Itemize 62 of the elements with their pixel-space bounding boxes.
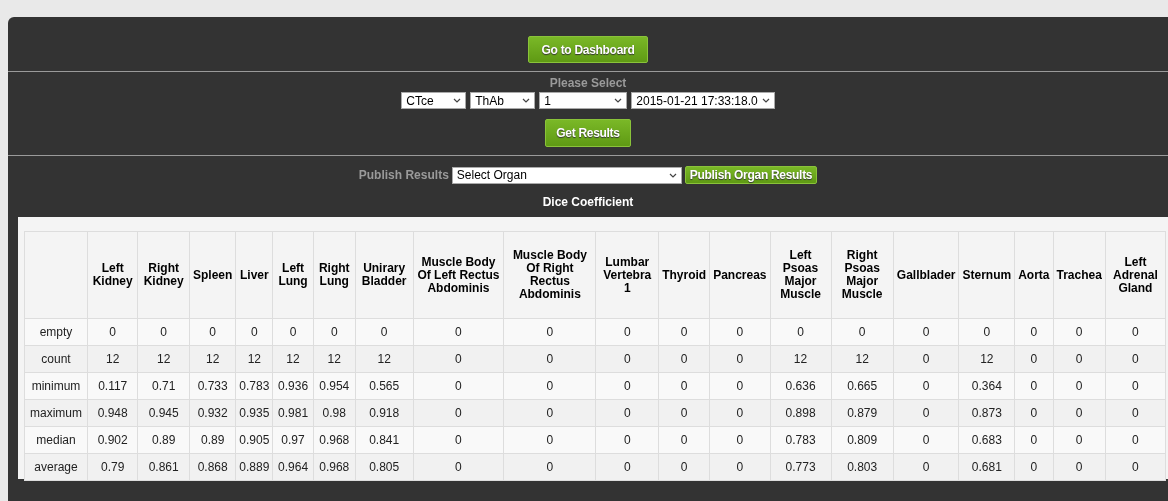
table-cell: 0 xyxy=(413,345,504,373)
chevron-down-icon xyxy=(453,98,462,103)
table-cell: 0.665 xyxy=(831,372,894,400)
table-cell: 0 xyxy=(503,372,596,400)
publish-label: Publish Results xyxy=(358,168,449,182)
column-header: Gallblader xyxy=(893,231,959,319)
chevron-down-icon xyxy=(522,98,531,103)
column-header: Sternum xyxy=(959,231,1015,319)
table-cell: 0 xyxy=(893,453,959,481)
row-label: maximum xyxy=(24,399,88,427)
column-header: Pancreas xyxy=(709,231,770,319)
organ-select[interactable]: Select Organ xyxy=(451,166,682,184)
select-heading: Please Select xyxy=(549,76,627,90)
table-cell: 12 xyxy=(831,345,894,373)
row-label: minimum xyxy=(24,372,88,400)
table-cell: 0 xyxy=(503,318,596,346)
table-cell: 0 xyxy=(893,399,959,427)
table-title: Dice Coefficient xyxy=(542,195,634,209)
column-header: Right Psoas Major Muscle xyxy=(831,231,894,319)
table-cell: 0 xyxy=(831,318,894,346)
table-cell: 0 xyxy=(413,399,504,427)
column-header: Left Kidney xyxy=(87,231,138,319)
chevron-down-icon xyxy=(761,98,770,103)
row-label: count xyxy=(24,345,88,373)
dropdown-select[interactable]: ThAb xyxy=(470,92,536,109)
table-cell: 0 xyxy=(893,318,959,346)
chevron-down-icon xyxy=(614,98,623,103)
column-header: Spleen xyxy=(189,231,236,319)
column-header: Muscle Body Of Left Rectus Abdominis xyxy=(413,231,504,319)
column-header: Left Psoas Major Muscle xyxy=(770,231,832,319)
row-label: median xyxy=(24,426,88,454)
table-cell: 0 xyxy=(413,318,504,346)
table-cell: 0.879 xyxy=(831,399,894,427)
column-header: Trachea xyxy=(1053,231,1106,319)
column-header: Right Lung xyxy=(313,231,356,319)
table-cell: 0 xyxy=(413,426,504,454)
column-header: Aorta xyxy=(1014,231,1053,319)
column-header: Thyroid xyxy=(658,231,710,319)
table-cell: 0 xyxy=(893,426,959,454)
table-cell: 0 xyxy=(503,426,596,454)
table-cell: 0.803 xyxy=(831,453,894,481)
dropdown-select[interactable]: 2015-01-21 17:33:18.0 xyxy=(631,92,775,109)
table-cell: 0 xyxy=(503,399,596,427)
table-cell: 0 xyxy=(503,453,596,481)
row-label: average xyxy=(24,453,88,481)
table-cell: 0 xyxy=(893,345,959,373)
chevron-down-icon xyxy=(668,172,677,178)
table-cell: 0.809 xyxy=(831,426,894,454)
column-header: Right Kidney xyxy=(137,231,190,319)
table-cell: 0 xyxy=(893,372,959,400)
table-cell: 0 xyxy=(413,372,504,400)
column-header: Lumbar Vertebra 1 xyxy=(595,231,659,319)
row-label: empty xyxy=(24,318,88,346)
dropdown-select[interactable]: CTce xyxy=(401,92,467,109)
column-header: Unirary Bladder xyxy=(355,231,414,319)
column-header: Left Adrenal Gland xyxy=(1105,231,1166,319)
table-cell: 0 xyxy=(413,453,504,481)
dropdown-select[interactable]: 1 xyxy=(539,92,628,109)
column-header: Left Lung xyxy=(272,231,314,319)
table-cell: 0 xyxy=(503,345,596,373)
column-header: Muscle Body Of Right Rectus Abdominis xyxy=(503,231,596,319)
column-header: Liver xyxy=(235,231,273,319)
